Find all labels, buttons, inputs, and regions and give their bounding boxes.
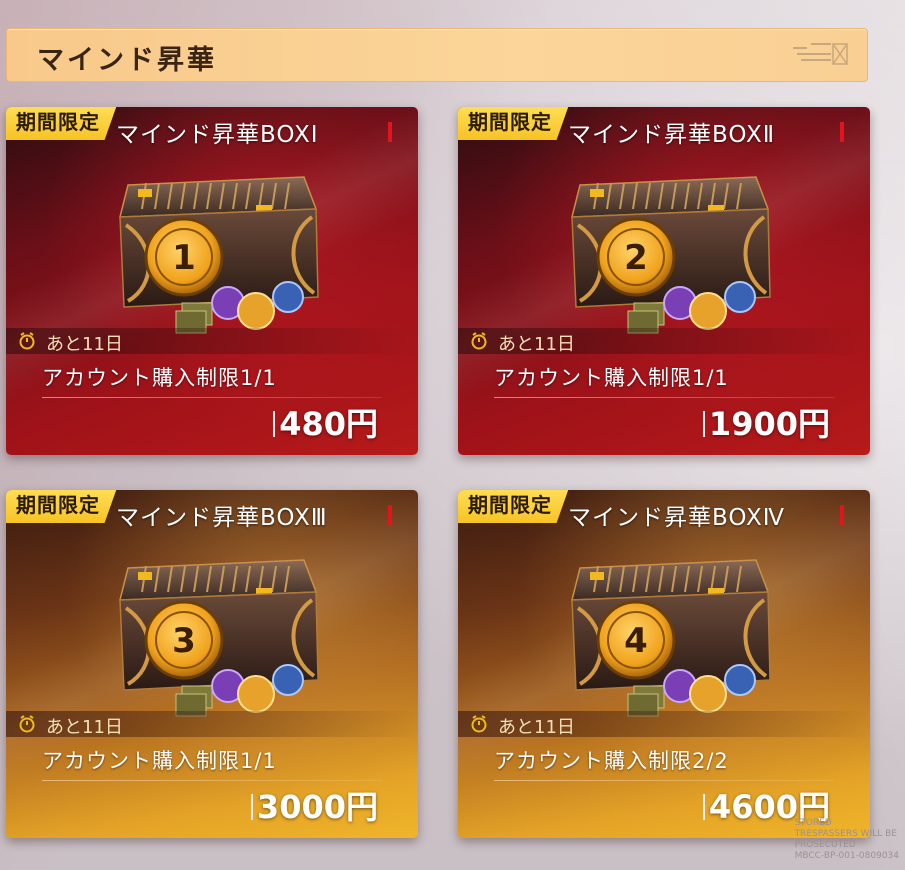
remaining-time-strip: あと11日 xyxy=(458,328,870,355)
new-indicator xyxy=(388,505,392,525)
remaining-days: あと11日 xyxy=(498,717,575,738)
shop-item-card[interactable]: マインド昇華BOXⅢ 3 期間限定 あと11日 アカウント購入制限1/1 300… xyxy=(6,490,418,838)
price-label: 480円 xyxy=(279,405,378,443)
alarm-clock-icon xyxy=(19,715,35,733)
price-marker xyxy=(702,794,705,820)
chest-number: 1 xyxy=(172,238,196,278)
limited-time-tag: 期間限定 xyxy=(6,490,118,523)
purchase-limit: アカウント購入制限1/1 xyxy=(42,366,277,390)
limited-time-tag: 期間限定 xyxy=(458,490,570,523)
chest-number: 4 xyxy=(624,621,648,661)
section-title: マインド昇華 xyxy=(37,45,217,76)
alarm-clock-icon xyxy=(471,332,487,350)
watermark-line: PROSECUTED xyxy=(794,840,856,850)
treasure-chest-icon: 3 xyxy=(119,559,319,717)
remaining-time-strip: あと11日 xyxy=(6,711,418,738)
treasure-chest-icon: 1 xyxy=(119,176,319,334)
new-indicator xyxy=(840,122,844,142)
shop-item-card[interactable]: マインド昇華BOXⅣ 4 期間限定 あと11日 アカウント購入制限2/2 460… xyxy=(458,490,870,838)
divider xyxy=(42,397,382,398)
section-header: マインド昇華 xyxy=(6,28,868,82)
limited-time-tag: 期間限定 xyxy=(6,107,118,140)
shop-item-card[interactable]: マインド昇華BOXⅠ 1 期間限定 あと11日 アカウント購入制限1/1 480… xyxy=(6,107,418,455)
chest-number: 2 xyxy=(624,238,648,278)
purchase-limit: アカウント購入制限1/1 xyxy=(42,749,277,773)
remaining-days: あと11日 xyxy=(46,334,123,355)
divider xyxy=(42,780,382,781)
price-label: 3000円 xyxy=(256,788,378,826)
purchase-limit: アカウント購入制限1/1 xyxy=(494,366,729,390)
remaining-days: あと11日 xyxy=(46,717,123,738)
alarm-clock-icon xyxy=(19,332,35,350)
item-name: マインド昇華BOXⅠ xyxy=(116,122,319,148)
new-indicator xyxy=(840,505,844,525)
item-name: マインド昇華BOXⅡ xyxy=(568,122,776,148)
price-marker xyxy=(273,411,276,437)
divider xyxy=(494,397,834,398)
purchase-limit: アカウント購入制限2/2 xyxy=(494,749,729,773)
remaining-time-strip: あと11日 xyxy=(6,328,418,355)
price-button[interactable]: 3000円 xyxy=(250,782,378,828)
chest-number: 3 xyxy=(172,621,196,661)
watermark-line: MBCC-BP-001-0809034 xyxy=(794,851,899,861)
price-button[interactable]: 480円 xyxy=(273,399,378,445)
price-marker xyxy=(702,411,705,437)
item-name: マインド昇華BOXⅣ xyxy=(568,505,785,531)
remaining-time-strip: あと11日 xyxy=(458,711,870,738)
new-indicator xyxy=(388,122,392,142)
watermark-line: STORED xyxy=(794,818,832,828)
remaining-days: あと11日 xyxy=(498,334,575,355)
watermark-line: TRESPASSERS WILL BE xyxy=(794,829,897,839)
limited-time-tag: 期間限定 xyxy=(458,107,570,140)
watermark: STORED TRESPASSERS WILL BE PROSECUTED MB… xyxy=(795,818,899,862)
price-label: 1900円 xyxy=(708,405,830,443)
price-marker xyxy=(250,794,253,820)
shop-item-card[interactable]: マインド昇華BOXⅡ 2 期間限定 あと11日 アカウント購入制限1/1 190… xyxy=(458,107,870,455)
treasure-chest-icon: 2 xyxy=(571,176,771,334)
alarm-clock-icon xyxy=(471,715,487,733)
divider xyxy=(494,780,834,781)
panel-deco-icon xyxy=(793,43,848,65)
treasure-chest-icon: 4 xyxy=(571,559,771,717)
price-button[interactable]: 1900円 xyxy=(702,399,830,445)
item-name: マインド昇華BOXⅢ xyxy=(116,505,328,531)
